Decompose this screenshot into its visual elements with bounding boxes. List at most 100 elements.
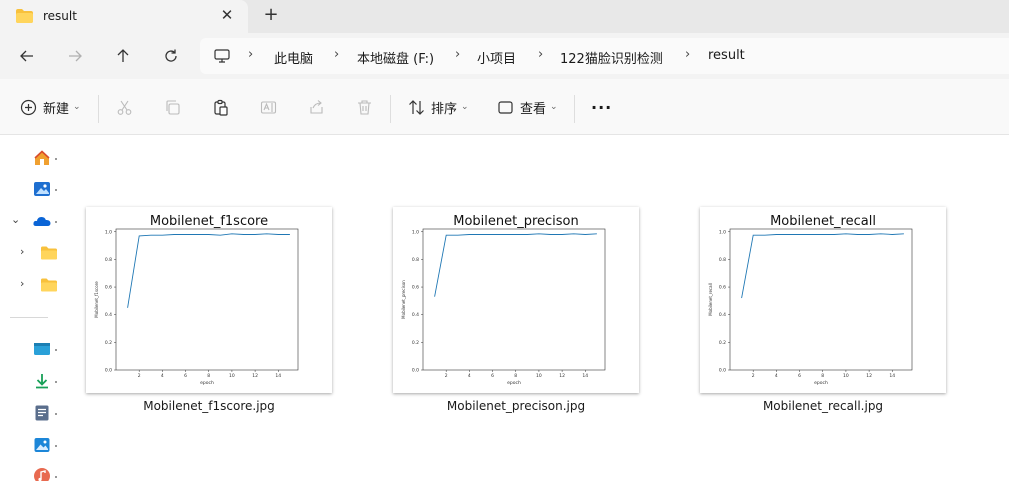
y-tick-label: 0.2 — [412, 340, 419, 346]
home-icon[interactable] — [33, 149, 51, 167]
more-options-button[interactable]: ··· — [591, 97, 612, 117]
view-label: 查看 — [520, 101, 547, 117]
arrow-left-icon — [20, 50, 33, 62]
x-tick-label: 12 — [866, 373, 872, 379]
y-axis-label: Mobilenet_recall — [708, 283, 713, 316]
address-bar[interactable]: › 此电脑 › 本地磁盘 (F:) › 小项目 › 122猫脸识别检测 › re… — [200, 38, 1009, 74]
share-icon — [310, 99, 323, 114]
refresh-icon — [165, 49, 177, 62]
breadcrumb-this-pc[interactable]: 此电脑 — [274, 48, 313, 67]
y-axis-label: Mobilenet_f1score — [94, 281, 99, 318]
delete-button[interactable] — [356, 97, 373, 117]
file-thumbnail-recall[interactable]: Mobilenet_recall 0.0 0.2 0.4 0.6 0.8 1.0 2 4 6 8 10… — [700, 207, 946, 393]
new-label: 新建 — [43, 101, 70, 117]
breadcrumb-small-projects[interactable]: 小项目 — [477, 48, 516, 67]
navigation-pane: ⌄ › › — [0, 135, 58, 481]
x-tick-label: 4 — [161, 373, 164, 379]
x-tick-label: 12 — [559, 373, 565, 379]
paste-button[interactable] — [212, 97, 229, 117]
chevron-down-icon: ⌄ — [461, 102, 469, 112]
chevron-right-icon: › — [538, 47, 544, 62]
documents-icon[interactable] — [33, 404, 51, 422]
gallery-icon[interactable] — [33, 180, 51, 198]
pictures-icon[interactable] — [33, 436, 51, 454]
file-list: Mobilenet_f1score 0.0 0.2 0.4 0.6 0.8 1.0 2 4 6 8 1… — [58, 135, 1009, 481]
file-thumbnail-f1score[interactable]: Mobilenet_f1score 0.0 0.2 0.4 0.6 0.8 1.0 2 4 6 8 1… — [86, 207, 332, 393]
y-tick-label: 0.4 — [412, 312, 419, 318]
file-name-f1score[interactable]: Mobilenet_f1score.jpg — [86, 399, 332, 413]
downloads-icon[interactable] — [33, 372, 51, 390]
rename-button[interactable] — [260, 97, 277, 117]
chart-title: Mobilenet_precison — [453, 214, 579, 229]
y-tick-label: 0.8 — [412, 257, 419, 263]
forward-button[interactable] — [62, 43, 88, 69]
chevron-right-icon[interactable]: › — [20, 277, 24, 290]
file-thumbnail-precison[interactable]: Mobilenet_precison 0.0 0.2 0.4 0.6 0.8 1.0 2 4 6 8… — [393, 207, 639, 393]
y-tick-label: 0.0 — [412, 368, 419, 374]
x-tick-label: 12 — [252, 373, 258, 379]
y-tick-label: 0.6 — [412, 285, 419, 291]
x-tick-label: 8 — [821, 373, 824, 379]
x-tick-label: 10 — [843, 373, 849, 379]
file-name-recall[interactable]: Mobilenet_recall.jpg — [700, 399, 946, 413]
copy-icon — [166, 99, 180, 115]
share-button[interactable] — [308, 97, 325, 117]
onedrive-icon[interactable] — [33, 212, 51, 230]
refresh-button[interactable] — [158, 43, 184, 69]
y-tick-label: 0.4 — [719, 312, 726, 318]
x-tick-label: 6 — [798, 373, 801, 379]
view-button[interactable]: 查看 ⌄ — [497, 97, 558, 117]
up-button[interactable] — [110, 43, 136, 69]
tab-strip: result ✕ + — [0, 0, 1009, 33]
delete-icon — [358, 99, 371, 115]
divider — [98, 95, 99, 123]
folder-icon[interactable] — [40, 276, 58, 294]
view-icon — [498, 100, 513, 114]
x-tick-label: 10 — [229, 373, 235, 379]
x-tick-label: 4 — [775, 373, 778, 379]
y-tick-label: 0.0 — [105, 368, 112, 374]
back-button[interactable] — [14, 43, 40, 69]
x-tick-label: 2 — [445, 373, 448, 379]
x-tick-label: 6 — [491, 373, 494, 379]
y-tick-label: 0.2 — [719, 340, 726, 346]
cut-icon — [117, 100, 132, 115]
rename-icon — [260, 100, 277, 114]
copy-button[interactable] — [164, 97, 181, 117]
y-tick-label: 1.0 — [719, 229, 726, 235]
breadcrumb-project[interactable]: 122猫脸识别检测 — [560, 48, 663, 67]
y-axis-label: Mobilenet_precison — [401, 280, 406, 319]
chevron-down-icon[interactable]: ⌄ — [11, 213, 20, 226]
truncation-mark — [55, 189, 57, 191]
tab-result[interactable]: result ✕ — [0, 0, 248, 33]
chevron-right-icon: › — [334, 47, 340, 62]
arrow-right-icon — [69, 50, 82, 62]
breadcrumb-result[interactable]: result — [708, 48, 745, 63]
truncation-mark — [55, 476, 57, 478]
desktop-icon[interactable] — [33, 340, 51, 358]
breadcrumb-local-disk[interactable]: 本地磁盘 (F:) — [357, 48, 434, 67]
sort-icon — [409, 99, 424, 115]
file-name-precison[interactable]: Mobilenet_precison.jpg — [393, 399, 639, 413]
chevron-right-icon: › — [685, 47, 691, 62]
chevron-down-icon: ⌄ — [73, 102, 81, 112]
x-tick-label: 6 — [184, 373, 187, 379]
x-tick-label: 8 — [514, 373, 517, 379]
truncation-mark — [55, 445, 57, 447]
y-tick-label: 1.0 — [412, 229, 419, 235]
chevron-right-icon: › — [455, 47, 461, 62]
close-icon[interactable]: ✕ — [218, 6, 236, 24]
cut-button[interactable] — [116, 97, 133, 117]
new-button[interactable]: 新建 ⌄ — [20, 97, 81, 117]
x-tick-label: 14 — [582, 373, 588, 379]
folder-icon[interactable] — [40, 244, 58, 262]
y-tick-label: 0.2 — [105, 340, 112, 346]
music-icon[interactable] — [33, 467, 51, 481]
x-tick-label: 2 — [752, 373, 755, 379]
chevron-right-icon[interactable]: › — [20, 245, 24, 258]
chart-svg: Mobilenet_precison 0.0 0.2 0.4 0.6 0.8 1.0 2 4 6 8… — [401, 214, 606, 386]
plus-circle-icon — [20, 99, 37, 115]
sort-button[interactable]: 排序 ⌄ — [408, 97, 469, 117]
divider — [390, 95, 391, 123]
plus-icon[interactable]: + — [261, 5, 281, 25]
